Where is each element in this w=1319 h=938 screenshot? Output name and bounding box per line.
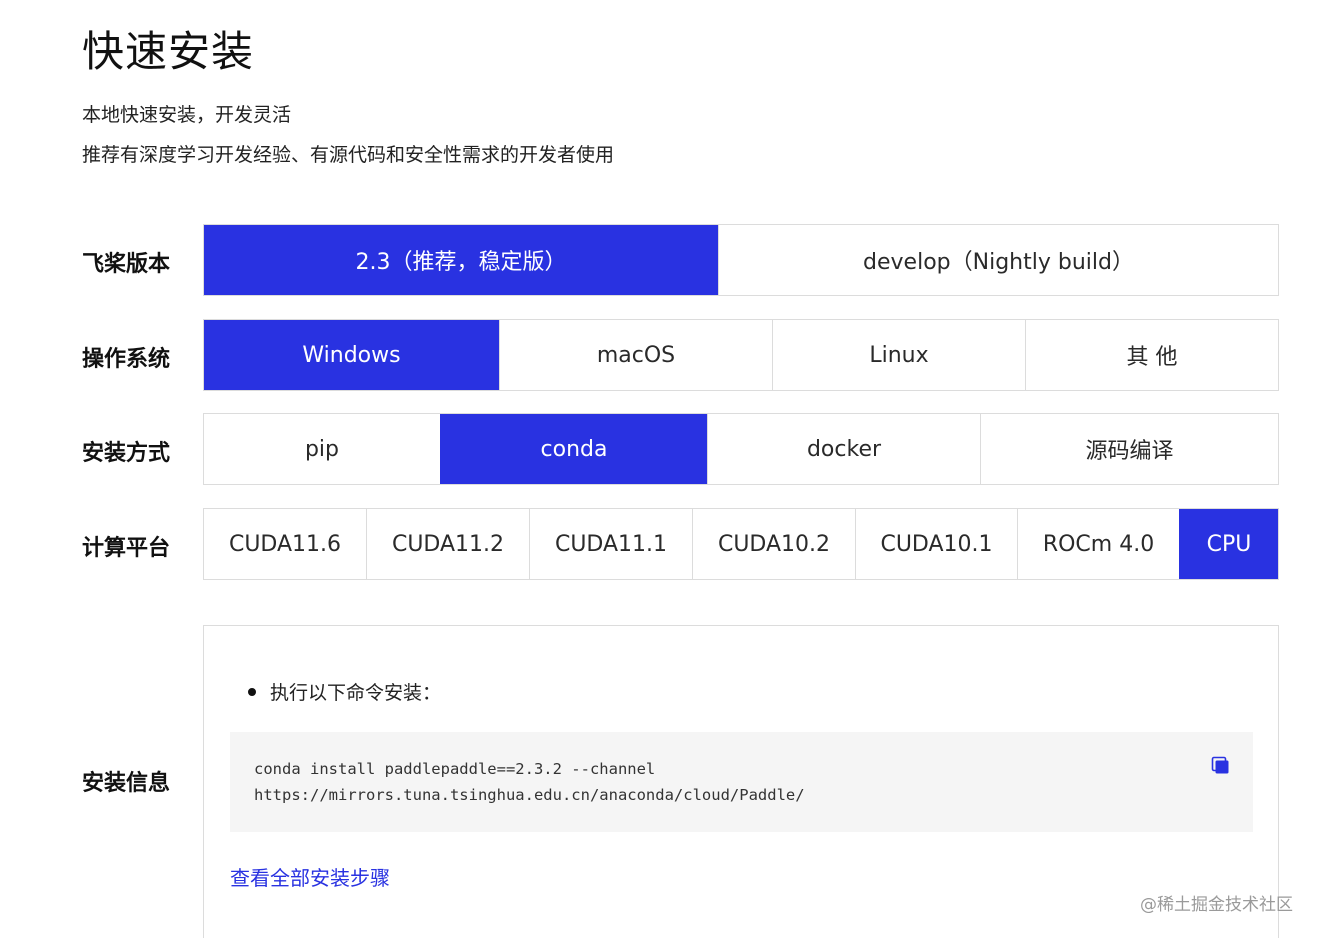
os-option-macos[interactable]: macOS — [499, 320, 772, 390]
platform-option-cuda102[interactable]: CUDA10.2 — [692, 509, 855, 579]
platform-option-rocm40[interactable]: ROCm 4.0 — [1017, 509, 1179, 579]
install-info-box: 执行以下命令安装： conda install paddlepaddle==2.… — [203, 625, 1279, 938]
command-line-1: conda install paddlepaddle==2.3.2 --chan… — [254, 760, 656, 778]
compute-platform-label: 计算平台 — [82, 536, 171, 561]
install-method-label: 安装方式 — [82, 441, 171, 466]
platform-option-cuda101[interactable]: CUDA10.1 — [855, 509, 1017, 579]
platform-option-cuda112[interactable]: CUDA11.2 — [366, 509, 529, 579]
subtitle-line-1: 本地快速安装，开发灵活 — [82, 104, 292, 126]
version-options: 2.3（推荐，稳定版） develop（Nightly build） — [203, 224, 1279, 296]
instruction-text: 执行以下命令安装： — [270, 682, 442, 704]
version-option-develop[interactable]: develop（Nightly build） — [718, 225, 1278, 295]
compute-platform-options: CUDA11.6 CUDA11.2 CUDA11.1 CUDA10.2 CUDA… — [203, 508, 1279, 580]
subtitle-line-2: 推荐有深度学习开发经验、有源代码和安全性需求的开发者使用 — [82, 144, 615, 166]
os-option-other[interactable]: 其 他 — [1025, 320, 1278, 390]
install-info-label: 安装信息 — [82, 771, 171, 796]
bullet-dot-icon — [248, 687, 256, 696]
version-option-stable[interactable]: 2.3（推荐，稳定版） — [204, 225, 718, 295]
platform-option-cuda111[interactable]: CUDA11.1 — [529, 509, 692, 579]
page-title: 快速安装 — [82, 27, 255, 76]
install-option-source[interactable]: 源码编译 — [980, 414, 1278, 484]
watermark: @稀土掘金技术社区 — [1140, 895, 1293, 915]
os-options: Windows macOS Linux 其 他 — [203, 319, 1279, 391]
platform-option-cuda116[interactable]: CUDA11.6 — [204, 509, 366, 579]
view-all-steps-link[interactable]: 查看全部安装步骤 — [230, 862, 390, 891]
copy-icon[interactable] — [1211, 756, 1231, 776]
os-option-linux[interactable]: Linux — [772, 320, 1025, 390]
instruction-bullet: 执行以下命令安装： — [248, 678, 441, 705]
install-method-options: pip conda docker 源码编译 — [203, 413, 1279, 485]
os-option-windows[interactable]: Windows — [204, 320, 499, 390]
command-code-block[interactable]: conda install paddlepaddle==2.3.2 --chan… — [230, 732, 1253, 832]
os-label: 操作系统 — [82, 347, 171, 372]
command-line-2: https://mirrors.tuna.tsinghua.edu.cn/ana… — [254, 786, 805, 804]
install-option-pip[interactable]: pip — [204, 414, 440, 484]
install-option-docker[interactable]: docker — [707, 414, 980, 484]
version-label: 飞桨版本 — [82, 252, 171, 277]
install-option-conda[interactable]: conda — [440, 414, 707, 484]
platform-option-cpu[interactable]: CPU — [1179, 509, 1278, 579]
